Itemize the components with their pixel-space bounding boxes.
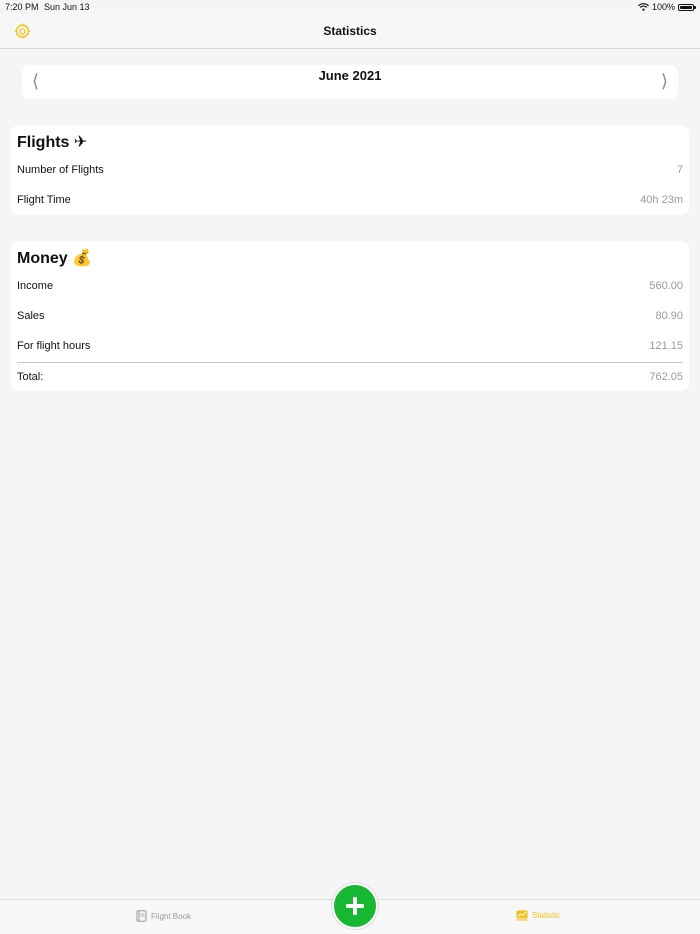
stat-row: Flight Time 40h 23m [17, 194, 683, 214]
stat-label: Number of Flights [17, 164, 104, 176]
stat-label: Income [17, 280, 54, 292]
stat-value: 40h 23m [640, 194, 683, 206]
stat-row: For flight hours 121.15 [17, 340, 683, 360]
flights-card: Flights ✈ Number of Flights 7 Flight Tim… [11, 125, 689, 215]
money-title: Money 💰 [17, 250, 93, 267]
total-row: Total: 762.05 [17, 371, 683, 391]
stat-label: Sales [17, 310, 45, 322]
chevron-right-icon[interactable]: ⟩ [661, 71, 668, 92]
tab-label: Flight Book [151, 911, 192, 921]
status-time: 7:20 PM [5, 2, 39, 12]
money-card: Money 💰 Income 560.00 Sales 80.90 For fl… [11, 241, 689, 391]
status-right: 100% [638, 2, 696, 12]
stat-value: 560.00 [649, 280, 683, 292]
tab-label: Statistic [532, 911, 561, 920]
stat-value: 80.90 [655, 310, 683, 322]
battery-percent: 100% [651, 2, 675, 12]
stat-row: Income 560.00 [17, 280, 683, 300]
tab-statistic[interactable]: Statistic [516, 910, 560, 921]
tab-flight-book[interactable]: Flight Book [136, 910, 191, 922]
chart-icon [516, 910, 528, 921]
status-date: Sun Jun 13 [44, 2, 90, 12]
total-label: Total: [17, 371, 44, 383]
stat-label: Flight Time [17, 194, 71, 206]
page-title: Statistics [323, 24, 377, 38]
wifi-icon [638, 3, 649, 11]
add-flight-button[interactable] [332, 883, 378, 929]
nav-bar: Statistics [0, 14, 700, 49]
total-divider [17, 362, 683, 363]
flights-title: Flights ✈ [17, 134, 88, 151]
month-picker: ⟨ June 2021 ⟩ [22, 65, 678, 99]
stat-row: Sales 80.90 [17, 310, 683, 330]
stat-label: For flight hours [17, 340, 91, 352]
month-label: June 2021 [318, 68, 382, 83]
plus-icon [346, 897, 364, 915]
stat-value: 7 [676, 164, 683, 176]
total-value: 762.05 [649, 371, 683, 383]
stat-value: 121.15 [649, 340, 683, 352]
stat-row: Number of Flights 7 [17, 164, 683, 184]
book-icon [136, 910, 147, 922]
battery-icon [678, 3, 696, 11]
status-bar: 7:20 PM Sun Jun 13 100% [0, 0, 700, 14]
